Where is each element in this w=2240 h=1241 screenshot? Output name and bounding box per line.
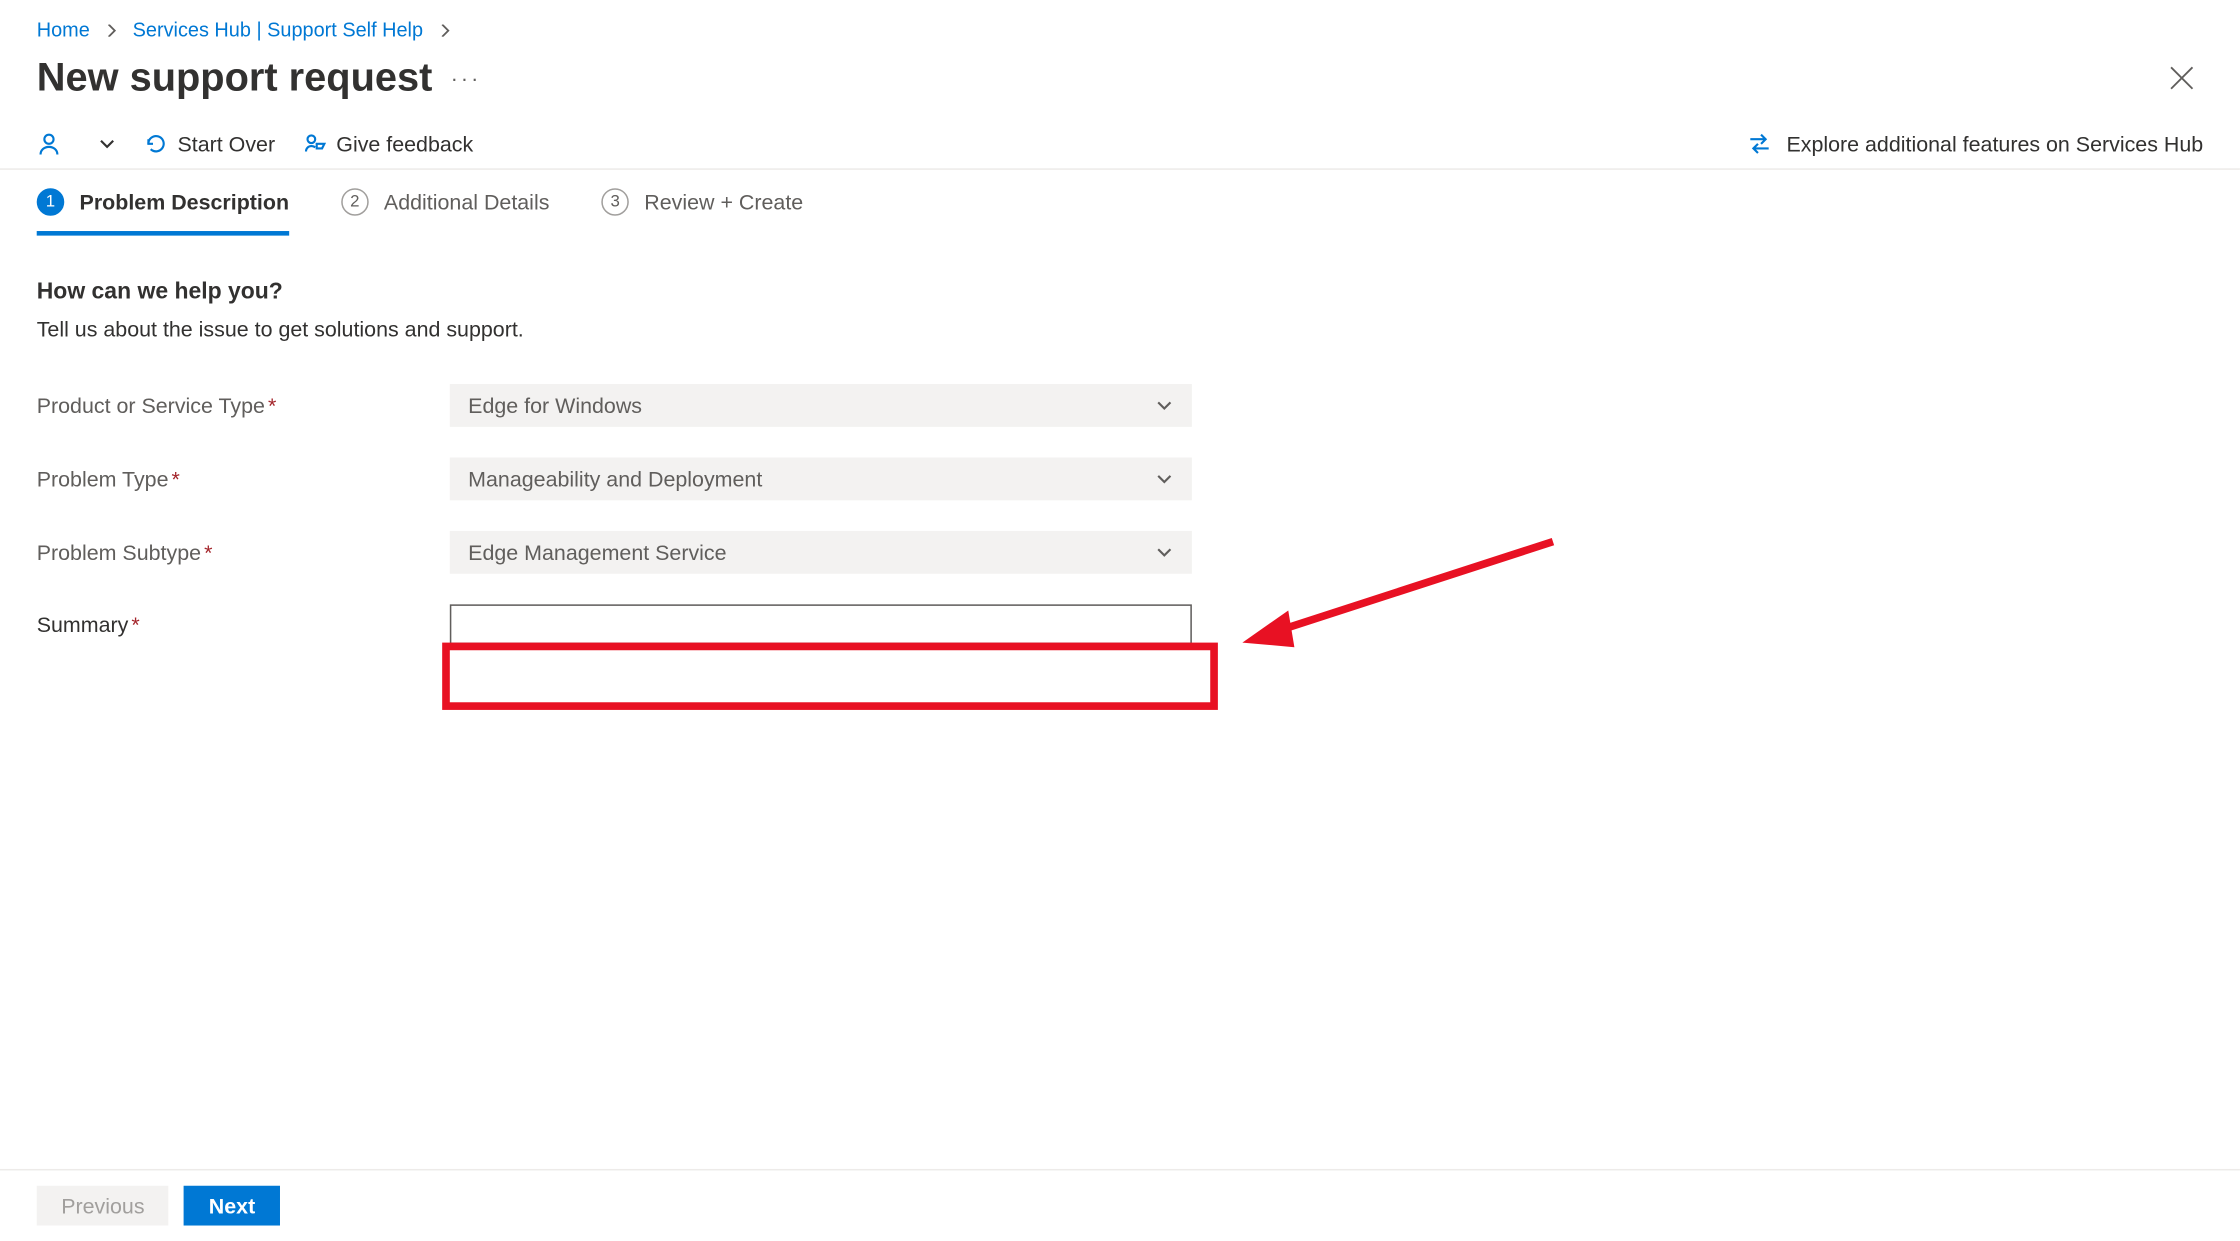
form-area: How can we help you? Tell us about the i… [0, 236, 2240, 718]
wizard-tabs: 1 Problem Description 2 Additional Detai… [0, 170, 2240, 236]
more-actions-button[interactable]: ··· [451, 65, 482, 89]
tab-additional-details[interactable]: 2 Additional Details [341, 188, 549, 235]
annotation-highlight-box [442, 643, 1218, 710]
footer-actions: Previous Next [0, 1169, 2240, 1241]
page-title: New support request [37, 54, 433, 101]
select-value: Edge Management Service [468, 540, 726, 564]
select-value: Edge for Windows [468, 393, 642, 417]
explore-features-label: Explore additional features on Services … [1786, 132, 2203, 156]
product-type-label: Product or Service Type* [37, 393, 450, 417]
user-switcher[interactable] [37, 132, 61, 156]
tab-problem-description[interactable]: 1 Problem Description [37, 188, 289, 235]
section-subtext: Tell us about the issue to get solutions… [37, 317, 2203, 341]
chevron-right-icon [438, 24, 450, 36]
chevron-down-icon[interactable] [89, 135, 117, 153]
tab-label: Additional Details [384, 190, 550, 214]
step-number: 1 [37, 188, 65, 216]
next-button[interactable]: Next [184, 1186, 279, 1226]
breadcrumb: Home Services Hub | Support Self Help [0, 0, 2240, 54]
give-feedback-button[interactable]: Give feedback [303, 132, 474, 156]
close-button[interactable] [2160, 56, 2203, 99]
product-type-select[interactable]: Edge for Windows [450, 384, 1192, 427]
person-icon [37, 132, 61, 156]
problem-type-select[interactable]: Manageability and Deployment [450, 457, 1192, 500]
refresh-icon [144, 132, 168, 156]
problem-subtype-select[interactable]: Edge Management Service [450, 531, 1192, 574]
tab-label: Review + Create [644, 190, 803, 214]
summary-label: Summary* [37, 612, 450, 636]
select-value: Manageability and Deployment [468, 467, 762, 491]
explore-features-link[interactable]: Explore additional features on Services … [1747, 132, 2204, 156]
tab-label: Problem Description [80, 190, 289, 214]
command-bar: Start Over Give feedback [0, 119, 2240, 169]
feedback-icon [303, 132, 327, 156]
step-number: 2 [341, 188, 369, 216]
previous-button: Previous [37, 1186, 169, 1226]
tab-review-create[interactable]: 3 Review + Create [601, 188, 803, 235]
problem-subtype-label: Problem Subtype* [37, 540, 450, 564]
step-number: 3 [601, 188, 629, 216]
start-over-button[interactable]: Start Over [144, 132, 275, 156]
breadcrumb-services-hub[interactable]: Services Hub | Support Self Help [133, 18, 423, 41]
chevron-down-icon [1155, 396, 1173, 414]
summary-input[interactable] [450, 604, 1192, 644]
breadcrumb-home[interactable]: Home [37, 18, 90, 41]
swap-icon [1747, 132, 1771, 156]
chevron-down-icon [1155, 470, 1173, 488]
chevron-down-icon [1155, 543, 1173, 561]
give-feedback-label: Give feedback [336, 132, 473, 156]
chevron-right-icon [105, 24, 117, 36]
start-over-label: Start Over [177, 132, 275, 156]
section-heading: How can we help you? [37, 278, 2203, 304]
problem-type-label: Problem Type* [37, 467, 450, 491]
